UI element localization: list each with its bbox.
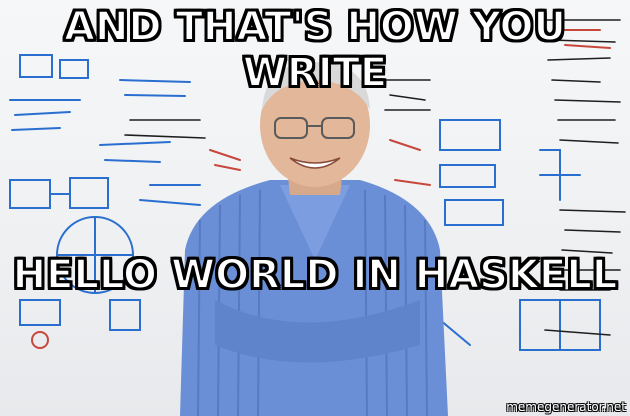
watermark: memegenerator.net [506,400,626,414]
professor-figure [180,62,448,416]
meme-image: AND THAT'S HOW YOU WRITE HELLO WORLD IN … [0,0,630,416]
bottom-caption: HELLO WORLD IN HASKELL [12,251,619,299]
top-caption: AND THAT'S HOW YOU WRITE [63,3,567,97]
